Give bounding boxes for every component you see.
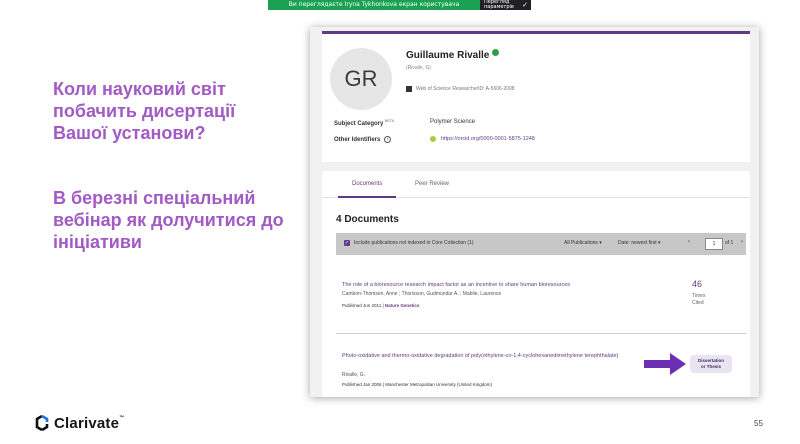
documents-count-title: 4 Documents	[336, 214, 399, 225]
documents-card: Documents Peer Review 4 Documents ✓ Incl…	[322, 171, 750, 397]
verified-icon	[492, 48, 500, 56]
tab-documents[interactable]: Documents	[337, 181, 397, 198]
logo-text: Clarivate™	[54, 414, 125, 432]
screen-share-banner: Ви переглядаєте Iryna Tykhonkova екран к…	[268, 0, 531, 10]
right-arrow-icon	[644, 353, 686, 375]
view-settings-button[interactable]: Перегляд параметрів ✓	[480, 0, 531, 10]
document-title-link[interactable]: Photo-oxidative and thermo-oxidative deg…	[342, 352, 627, 360]
beta-label: BETA	[385, 119, 394, 123]
orcid-icon	[430, 136, 436, 142]
researcher-id-icon	[406, 86, 412, 92]
page-of-label: of 1	[725, 240, 734, 246]
document-venue: Manchester Metropolitan University (Unit…	[385, 382, 493, 387]
avatar: GR	[330, 48, 392, 110]
document-title-link[interactable]: The role of a bioresource research impac…	[342, 281, 642, 289]
page-input[interactable]: 1	[705, 238, 723, 250]
tab-peer-review[interactable]: Peer Review	[415, 181, 449, 187]
documents-tabs: Documents Peer Review	[322, 171, 750, 198]
check-icon: ✓	[522, 1, 528, 9]
divider	[336, 333, 746, 334]
orcid-url: https://orcid.org/0000-0001-5875-1248	[441, 136, 535, 142]
clarivate-logo: Clarivate™	[34, 414, 124, 432]
prev-page-icon[interactable]: ‹	[688, 239, 690, 245]
include-label: Include publications not indexed in Core…	[354, 240, 474, 246]
info-icon[interactable]: i	[384, 136, 392, 143]
profile-alias: (Rivalle, G)	[406, 65, 432, 71]
filter-bar: ✓ Include publications not indexed in Co…	[336, 233, 746, 255]
view-settings-label: Перегляд параметрів	[484, 0, 514, 10]
orcid-link[interactable]: https://orcid.org/0000-0001-5875-1248	[430, 136, 535, 142]
profile-name[interactable]: Guillaume Rivalle	[406, 48, 500, 61]
dissertation-badge: Dissertation or Thesis	[690, 355, 732, 373]
other-identifiers-label: Other Identifiers i	[334, 136, 392, 143]
document-published: Published Jan 2006 | Manchester Metropol…	[342, 382, 493, 387]
next-page-icon[interactable]: ›	[741, 239, 743, 245]
page-number: 55	[754, 419, 763, 428]
researcher-id: Web of Science ResearcherID: A-5606-2008	[406, 86, 515, 92]
document-authors: Rivalle, G.	[342, 372, 366, 378]
clarivate-logo-icon	[35, 415, 49, 431]
document-authors: Cambon-Thomsen, Anne ; Thorisson, Gudmun…	[342, 291, 502, 297]
slide-title: Коли науковий світ побачить дисертації В…	[53, 79, 236, 143]
subject-category-label: Subject Category BETA	[334, 119, 394, 127]
document-venue-link[interactable]: Nature Genetics	[385, 303, 420, 308]
document-published: Published Jun 2011 | Nature Genetics	[342, 303, 420, 308]
profile-card: GR Guillaume Rivalle (Rivalle, G) Web of…	[322, 31, 750, 162]
times-cited-count[interactable]: 46	[692, 279, 702, 289]
sort-select[interactable]: Date: newest first ▾	[618, 240, 661, 246]
times-cited-label: Times Cited	[692, 293, 706, 306]
researcher-id-text: Web of Science ResearcherID: A-5606-2008	[416, 86, 515, 92]
include-checkbox[interactable]: ✓	[344, 240, 350, 246]
publications-select[interactable]: All Publications ▾	[564, 240, 602, 246]
slide-subtitle: В березні спеціальний вебінар як долучит…	[53, 188, 284, 252]
screen-share-text: Ви переглядаєте Iryna Tykhonkova екран к…	[268, 0, 480, 10]
subject-category-value: Polymer Science	[430, 119, 476, 125]
profile-screenshot: GR Guillaume Rivalle (Rivalle, G) Web of…	[310, 27, 759, 397]
